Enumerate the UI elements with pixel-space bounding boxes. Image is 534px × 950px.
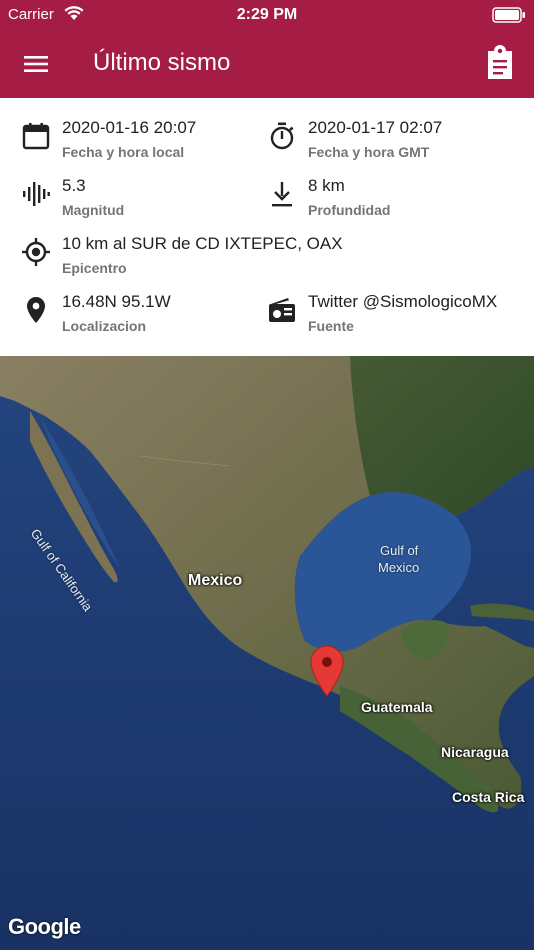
status-time: 2:29 PM xyxy=(236,6,298,23)
location-pin-icon xyxy=(27,297,45,323)
map-label-costa-rica: Costa Rica xyxy=(452,789,525,805)
depth-label: Profundidad xyxy=(308,202,391,218)
app-header: Carrier 2:29 PM Último sismo xyxy=(0,0,534,98)
clipboard-icon[interactable] xyxy=(484,45,516,81)
hamburger-menu-icon[interactable] xyxy=(20,48,52,80)
status-bar: Carrier 2:29 PM xyxy=(0,0,534,30)
satellite-map[interactable]: Gulf of California Mexico Gulf of Mexico… xyxy=(0,356,534,950)
map-imagery xyxy=(0,356,534,950)
depth-arrow-icon xyxy=(272,182,292,207)
map-label-gulf-mexico-2: Mexico xyxy=(378,560,420,575)
crosshair-icon xyxy=(22,238,50,266)
epicenter-label: Epicentro xyxy=(62,260,127,276)
battery-icon xyxy=(492,7,525,23)
magnitude-label: Magnitud xyxy=(62,202,125,218)
gmt-time-label: Fecha y hora GMT xyxy=(308,144,430,160)
depth-value: 8 km xyxy=(308,176,345,195)
radio-icon xyxy=(269,298,295,322)
source-value: Twitter @SismologicoMX xyxy=(308,292,498,311)
waveform-icon xyxy=(23,182,50,206)
google-attribution: Google xyxy=(8,914,81,939)
location-value: 16.48N 95.1W xyxy=(62,292,171,311)
map-marker-icon[interactable] xyxy=(309,645,345,697)
map-label-guatemala: Guatemala xyxy=(361,699,433,715)
timer-icon xyxy=(270,122,294,150)
calendar-icon xyxy=(22,123,50,150)
map-label-nicaragua: Nicaragua xyxy=(441,744,509,760)
page-title: Último sismo xyxy=(93,49,231,76)
source-label: Fuente xyxy=(308,318,354,334)
map-label-mexico: Mexico xyxy=(188,572,243,589)
magnitude-value: 5.3 xyxy=(62,176,86,195)
location-label: Localizacion xyxy=(62,318,147,334)
earthquake-details: 2020-01-16 20:07 Fecha y hora local 2020… xyxy=(0,98,534,356)
map-label-gulf-mexico-1: Gulf of xyxy=(380,543,419,558)
local-time-value: 2020-01-16 20:07 xyxy=(62,118,197,137)
epicenter-value: 10 km al SUR de CD IXTEPEC, OAX xyxy=(62,234,343,253)
toolbar: Último sismo xyxy=(0,30,534,98)
local-time-label: Fecha y hora local xyxy=(62,144,185,160)
gmt-time-value: 2020-01-17 02:07 xyxy=(308,118,443,137)
